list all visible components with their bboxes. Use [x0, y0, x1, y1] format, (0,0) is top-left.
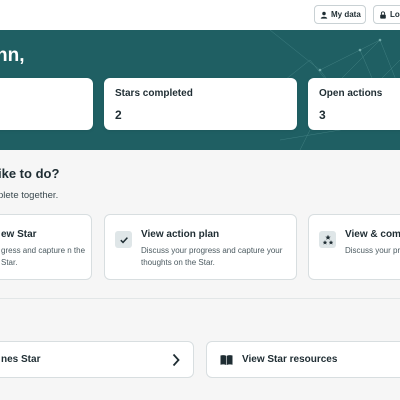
stat-value: 3: [319, 108, 326, 122]
action-card-view-star[interactable]: ew Star gress and capture n the Star.: [0, 214, 92, 280]
action-card-view-compare[interactable]: View & com Discuss your pr your thoughts: [308, 214, 400, 280]
link-label: View Star resources: [242, 354, 338, 365]
link-card-star-resources[interactable]: View Star resources: [206, 341, 400, 378]
logout-label: Lo: [390, 10, 400, 19]
lock-icon: [380, 10, 386, 19]
my-data-button[interactable]: My data: [314, 5, 366, 24]
logout-button[interactable]: Lo: [373, 5, 400, 24]
stat-label: Stars completed: [115, 88, 193, 99]
stat-card-open-actions: Open actions 3: [308, 78, 400, 130]
stat-value: 2: [115, 108, 122, 122]
stars-icon: [319, 231, 336, 248]
card-description: gress and capture n the Star.: [1, 246, 86, 267]
card-title: ew Star: [1, 229, 37, 240]
stat-card-stars-completed: Stars completed 2: [104, 78, 297, 130]
stat-label: Open actions: [319, 88, 383, 99]
section-subtitle: plete together.: [0, 190, 59, 201]
chevron-right-icon: [172, 353, 180, 367]
action-card-view-action-plan[interactable]: View action plan Discuss your progress a…: [104, 214, 297, 280]
link-label: nes Star: [1, 354, 41, 365]
card-description: Discuss your pr your thoughts: [345, 246, 400, 255]
book-icon: [219, 353, 233, 367]
card-title: View action plan: [141, 229, 220, 240]
link-card-star[interactable]: nes Star: [0, 341, 194, 378]
divider: [0, 298, 400, 299]
section-title: ike to do?: [0, 166, 60, 181]
card-description: Discuss your progress and capture your t…: [141, 246, 283, 267]
user-icon: [320, 11, 328, 19]
card-title: View & com: [345, 229, 400, 240]
greeting-heading: nn,: [0, 45, 25, 66]
my-data-label: My data: [331, 10, 361, 19]
checkmark-icon: [115, 231, 132, 248]
top-bar: My data Lo: [0, 0, 400, 30]
stat-card-partial: [0, 78, 93, 130]
